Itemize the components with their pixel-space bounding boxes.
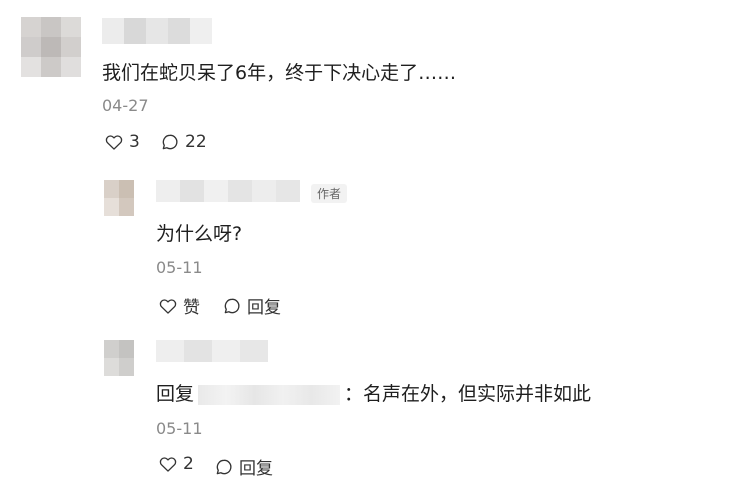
reply-avatar[interactable] xyxy=(104,340,134,376)
reply-label: 回复 xyxy=(239,459,273,479)
like-button[interactable]: 3 xyxy=(104,132,140,152)
reply-username[interactable] xyxy=(156,180,300,202)
speech-bubble-icon xyxy=(224,298,240,313)
reply-avatar[interactable] xyxy=(104,180,134,216)
comment-button[interactable]: 22 xyxy=(160,132,207,152)
reply-label: 回复 xyxy=(247,298,281,318)
like-count: 3 xyxy=(129,132,140,152)
reply-button[interactable]: 回复 xyxy=(214,454,273,479)
reply-count: 22 xyxy=(185,132,207,152)
heart-icon xyxy=(159,457,177,472)
like-button[interactable]: 赞 xyxy=(158,293,200,318)
like-count: 2 xyxy=(183,454,194,474)
reply-prefix: 回复 xyxy=(156,383,195,405)
redacted-username[interactable] xyxy=(198,384,341,405)
reply-date: 05-11 xyxy=(156,419,203,438)
speech-bubble-icon xyxy=(216,459,232,474)
speech-bubble-icon xyxy=(162,134,178,150)
heart-icon xyxy=(105,135,123,150)
like-label: 赞 xyxy=(183,298,200,318)
heart-icon xyxy=(159,298,177,314)
reply-text: 为什么呀? xyxy=(156,223,243,245)
reply-date: 05-11 xyxy=(156,258,203,277)
reply-username[interactable] xyxy=(156,340,268,362)
reply-text-row: 回复 ：名声在外，但实际并非如此 xyxy=(156,379,591,406)
username[interactable] xyxy=(102,18,212,44)
comment-date: 04-27 xyxy=(102,96,149,115)
reply-button[interactable]: 回复 xyxy=(222,293,281,318)
avatar[interactable] xyxy=(21,17,81,77)
like-button[interactable]: 2 xyxy=(158,454,194,474)
reply-text: ：名声在外，但实际并非如此 xyxy=(344,383,592,405)
author-badge: 作者 xyxy=(311,184,348,203)
comment-text: 我们在蛇贝呆了6年，终于下决心走了…… xyxy=(102,62,457,84)
